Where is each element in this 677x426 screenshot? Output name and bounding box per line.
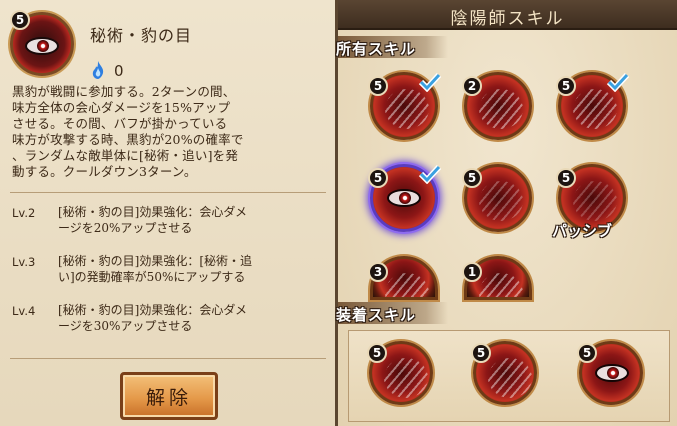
level-effect: [秘術・豹の目]効果強化：会心ダメ ージを20%アップさせる [58, 204, 320, 236]
leopard-eye-icon [387, 189, 421, 207]
skill-cost: 0 [114, 62, 124, 80]
equipped-skills-area: 5 5 5 [348, 330, 670, 422]
level-upgrades: Lv.2 [秘術・豹の目]効果強化：会心ダメ ージを20%アップさせる Lv.3… [12, 202, 328, 349]
skill-level-badge: 5 [368, 168, 388, 188]
divider [10, 192, 326, 193]
skill-list-panel: 陰陽師スキル 所有スキル 5 2 5 5 5 5 パッシブ 3 1 装着スキル [336, 0, 677, 426]
skill-description: 黒豹が戦闘に参加する。2ターンの間、 味方全体の会心ダメージを15%アップ させ… [12, 84, 330, 180]
level-effect-line: [秘術・豹の目]効果強化：会心ダメ [58, 303, 248, 317]
skill-level-badge: 2 [462, 76, 482, 96]
claw-slash-icon [385, 273, 429, 297]
description-line: 味方全体の会心ダメージを15%アップ [12, 100, 231, 115]
skill-level-badge: 5 [368, 76, 388, 96]
panel-title-bar: 陰陽師スキル [338, 0, 677, 30]
beast-icon [573, 181, 617, 221]
skill-level-badge: 5 [556, 76, 576, 96]
skill-level-badge: 5 [577, 343, 597, 363]
description-line: 味方が攻撃する時、黒豹が20%の確率で [12, 132, 244, 147]
description-line: 、ランダムな敵単体に[秘術・追い]を発 [12, 148, 239, 163]
skill-level-badge: 1 [462, 262, 482, 282]
skill-level-badge: 5 [367, 343, 387, 363]
level-label: Lv.3 [12, 255, 36, 269]
skill-header: 5 秘術・豹の目 0 [8, 10, 328, 80]
claw-slash-icon [385, 89, 429, 129]
equipped-section-label: 装着スキル [336, 306, 417, 324]
panel-title: 陰陽師スキル [450, 9, 565, 29]
skill-level-badge: 5 [471, 343, 491, 363]
eye-icon [25, 37, 59, 55]
level-effect: [秘術・豹の目]効果強化：会心ダメ ージを30%アップさせる [58, 302, 320, 334]
claw-slash-icon [573, 89, 617, 129]
level-upgrade-row: Lv.4 [秘術・豹の目]効果強化：会心ダメ ージを30%アップさせる [12, 300, 328, 349]
level-effect-line: [秘術・豹の目]効果強化：[秘術・追 [58, 254, 253, 268]
skill-level-badge: 3 [368, 262, 388, 282]
owned-section-label: 所有スキル [336, 40, 417, 58]
skill-level-badge: 5 [10, 10, 30, 30]
check-icon [418, 164, 442, 184]
claw-slash-icon [384, 358, 428, 398]
leopard-eye-icon [595, 364, 629, 382]
level-effect-line: ージを30%アップさせる [58, 319, 193, 333]
skill-level-badge: 5 [556, 168, 576, 188]
level-upgrade-row: Lv.2 [秘術・豹の目]効果強化：会心ダメ ージを20%アップさせる [12, 202, 328, 251]
check-icon [418, 72, 442, 92]
blue-flame-icon [92, 61, 104, 79]
claw-slash-icon [479, 181, 523, 221]
skill-detail-panel: 5 秘術・豹の目 0 黒豹が戦闘に参加する。2ターンの間、 味方全体の会心ダメー… [0, 0, 338, 426]
release-button[interactable]: 解除 [120, 372, 218, 420]
level-effect: [秘術・豹の目]効果強化：[秘術・追 い]の発動確率が50%にアップする [58, 253, 320, 285]
description-line: 動する。クールダウン3ターン。 [12, 164, 197, 179]
description-line: させる。その間、バフが掛かっている [12, 116, 228, 131]
divider [10, 358, 326, 359]
passive-tag: パッシブ [552, 222, 613, 240]
level-upgrade-row: Lv.3 [秘術・豹の目]効果強化：[秘術・追 い]の発動確率が50%にアップす… [12, 251, 328, 300]
claw-slash-icon [479, 89, 523, 129]
skill-level-badge: 5 [462, 168, 482, 188]
level-effect-line: ージを20%アップさせる [58, 221, 193, 235]
description-line: 黒豹が戦闘に参加する。2ターンの間、 [12, 84, 236, 99]
level-label: Lv.4 [12, 304, 36, 318]
claw-slash-icon [479, 273, 523, 297]
claw-slash-icon [488, 358, 532, 398]
level-effect-line: [秘術・豹の目]効果強化：会心ダメ [58, 205, 248, 219]
skill-title: 秘術・豹の目 [90, 26, 193, 45]
level-label: Lv.2 [12, 206, 36, 220]
check-icon [606, 72, 630, 92]
level-effect-line: い]の発動確率が50%にアップする [58, 270, 246, 284]
